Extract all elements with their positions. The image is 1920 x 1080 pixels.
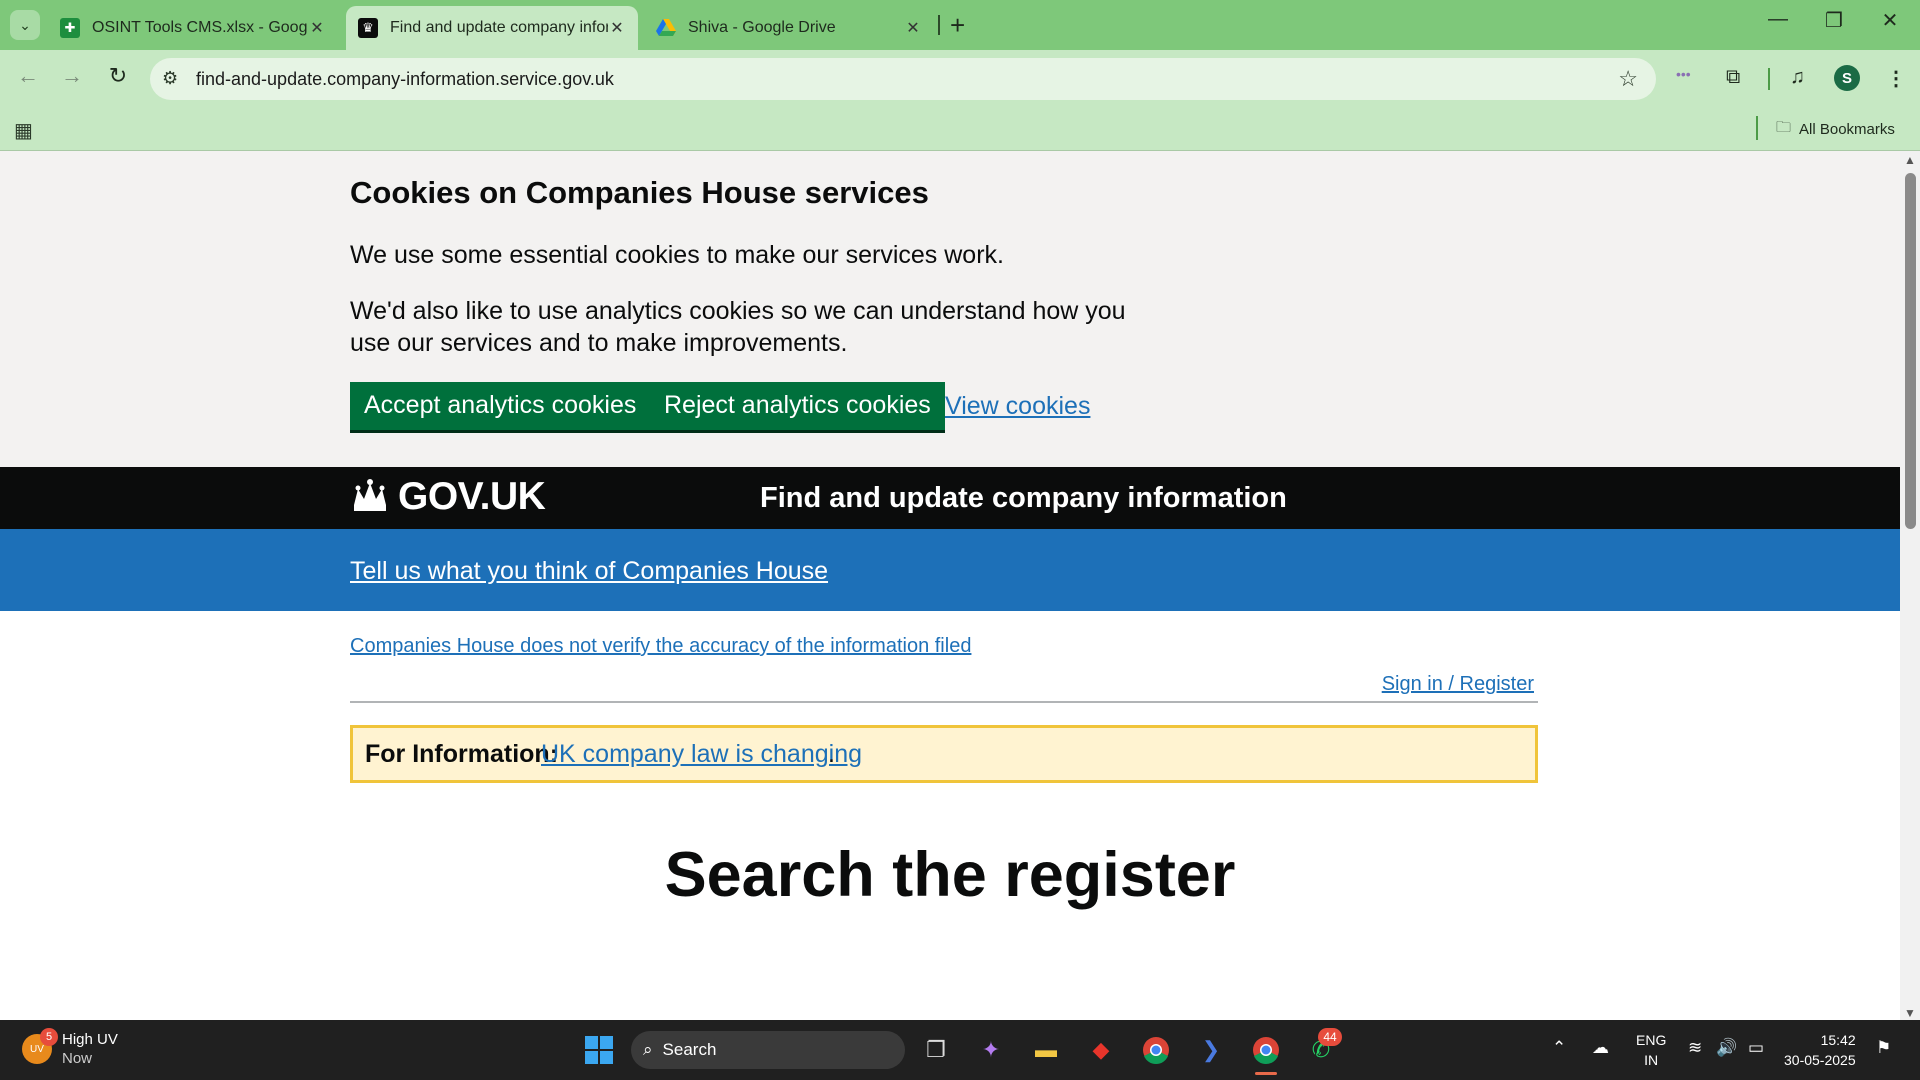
tab-osint-sheet[interactable]: ✚ OSINT Tools CMS.xlsx - Google ✕	[48, 6, 338, 50]
extensions-puzzle-icon[interactable]: ⧉	[1726, 66, 1740, 89]
cookie-banner: Cookies on Companies House services We u…	[0, 151, 1900, 467]
page-scrollbar[interactable]: ▲ ▼	[1900, 151, 1920, 1020]
feedback-link[interactable]: Tell us what you think of Companies Hous…	[350, 557, 828, 586]
whatsapp-badge: 44	[1318, 1028, 1342, 1046]
chrome-icon[interactable]	[1140, 1034, 1172, 1066]
copilot-icon[interactable]: ✦	[975, 1034, 1007, 1066]
close-icon[interactable]: ✕	[904, 18, 922, 38]
tab-separator	[938, 15, 940, 35]
region-code: IN	[1644, 1052, 1659, 1068]
powershell-icon[interactable]: ❯	[1195, 1034, 1227, 1066]
toolbar-divider	[1768, 68, 1770, 90]
folder-icon: 🗀	[1776, 119, 1792, 136]
notifications-icon[interactable]: ⚑	[1876, 1038, 1891, 1058]
disclaimer-link[interactable]: Companies House does not verify the accu…	[350, 635, 971, 658]
battery-icon[interactable]: ▭	[1748, 1038, 1764, 1058]
windows-taskbar: UV 5 High UV Now ⌕ Search ❐ ✦ ▬ ◆ ❯ ✆ 44…	[0, 1020, 1920, 1080]
windows-start-icon[interactable]	[583, 1034, 615, 1066]
page-viewport: Cookies on Companies House services We u…	[0, 151, 1900, 1020]
clock-date: 30-05-2025	[1784, 1052, 1856, 1068]
scroll-down-arrow-icon[interactable]: ▼	[1904, 1006, 1916, 1020]
search-icon: ⌕	[643, 1040, 653, 1059]
tab-search-button[interactable]: ⌄	[10, 10, 40, 40]
cookie-analytics-text: We'd also like to use analytics cookies …	[350, 297, 1126, 357]
tab-strip: ⌄ ✚ OSINT Tools CMS.xlsx - Google ✕ ♛ Fi…	[0, 0, 1920, 50]
search-heading: Search the register	[664, 840, 1236, 910]
browser-toolbar: ← → ↻ ⚙ find-and-update.company-informat…	[0, 50, 1920, 108]
anydesk-icon[interactable]: ◆	[1085, 1034, 1117, 1066]
forward-button[interactable]: →	[56, 63, 88, 89]
profile-avatar[interactable]: S	[1834, 65, 1860, 91]
media-control-icon[interactable]: ♫	[1790, 66, 1805, 89]
chrome-profile-icon[interactable]	[1250, 1034, 1282, 1066]
cookie-essential-text: We use some essential cookies to make ou…	[350, 241, 1004, 269]
apps-grid-icon[interactable]: ▦	[14, 118, 33, 143]
file-explorer-icon[interactable]: ▬	[1030, 1034, 1062, 1066]
bookmarks-bar: ▦ 🗀 All Bookmarks	[0, 108, 1920, 151]
cookie-heading: Cookies on Companies House services	[350, 175, 929, 210]
info-label: For Information:	[365, 740, 559, 768]
task-view-icon[interactable]: ❐	[920, 1034, 952, 1066]
extension-dots-icon[interactable]: •••	[1676, 66, 1691, 82]
view-cookies-link[interactable]: View cookies	[945, 392, 1090, 421]
language-indicator[interactable]: ENG IN	[1636, 1030, 1666, 1070]
info-suffix: .	[828, 740, 835, 768]
back-button[interactable]: ←	[12, 63, 44, 89]
tab-google-drive[interactable]: Shiva - Google Drive ✕	[644, 6, 934, 50]
all-bookmarks-label: All Bookmarks	[1799, 121, 1895, 138]
sign-in-register-link[interactable]: Sign in / Register	[1382, 673, 1534, 696]
menu-kebab-icon[interactable]: ⋮	[1886, 66, 1906, 91]
system-clock[interactable]: 15:42 30-05-2025	[1784, 1030, 1856, 1070]
tab-title: Find and update company infor	[390, 19, 608, 36]
minimize-button[interactable]: —	[1758, 8, 1798, 31]
url-text[interactable]: find-and-update.company-information.serv…	[196, 69, 614, 90]
volume-icon[interactable]: 🔊	[1716, 1038, 1737, 1058]
language-code: ENG	[1636, 1032, 1667, 1048]
uv-sun-icon: UV 5	[22, 1028, 58, 1064]
weather-subtitle: Now	[62, 1050, 93, 1067]
drive-icon	[656, 18, 676, 38]
sheets-icon: ✚	[60, 18, 80, 38]
tab-title: Shiva - Google Drive	[688, 19, 836, 36]
service-name-link[interactable]: Find and update company information	[760, 482, 1287, 515]
company-law-link[interactable]: UK company law is changing	[541, 740, 862, 769]
accept-cookies-button[interactable]: Accept analytics cookies	[350, 382, 651, 430]
scroll-thumb[interactable]	[1905, 173, 1916, 529]
scroll-up-arrow-icon[interactable]: ▲	[1904, 153, 1916, 167]
close-window-button[interactable]: ✕	[1870, 8, 1910, 33]
govuk-header: GOV.UK Find and update company informati…	[0, 467, 1900, 529]
reload-button[interactable]: ↻	[102, 63, 134, 89]
site-info-icon[interactable]: ⚙	[162, 68, 178, 89]
tab-companies-house[interactable]: ♛ Find and update company infor ✕	[346, 6, 638, 50]
weather-badge: 5	[40, 1028, 58, 1046]
section-divider	[350, 701, 1538, 703]
govuk-icon: ♛	[358, 18, 378, 38]
govuk-logo-link[interactable]: GOV.UK	[398, 475, 546, 519]
tab-title: OSINT Tools CMS.xlsx - Google	[92, 19, 308, 36]
bookmarks-divider	[1756, 116, 1758, 140]
feedback-bar: Tell us what you think of Companies Hous…	[0, 529, 1900, 611]
uv-icon-text: UV	[30, 1043, 44, 1055]
all-bookmarks-button[interactable]: 🗀 All Bookmarks	[1776, 117, 1895, 142]
onedrive-icon[interactable]: ☁	[1592, 1038, 1609, 1058]
tray-overflow-chevron-icon[interactable]: ⌃	[1552, 1038, 1566, 1058]
taskbar-search[interactable]: ⌕ Search	[631, 1031, 905, 1069]
weather-widget[interactable]: UV 5 High UV Now	[22, 1028, 118, 1068]
weather-title: High UV	[62, 1031, 118, 1048]
new-tab-button[interactable]: +	[950, 10, 965, 41]
reject-cookies-button[interactable]: Reject analytics cookies	[650, 382, 945, 430]
bookmark-star-icon[interactable]: ☆	[1618, 66, 1638, 92]
information-notice: For Information: UK company law is chang…	[350, 725, 1538, 783]
clock-time: 15:42	[1820, 1032, 1856, 1048]
taskbar-search-label: Search	[662, 1040, 717, 1059]
close-icon[interactable]: ✕	[608, 18, 626, 38]
close-icon[interactable]: ✕	[308, 18, 326, 38]
crown-icon	[354, 479, 386, 511]
address-bar[interactable]: ⚙ find-and-update.company-information.se…	[150, 58, 1656, 100]
restore-button[interactable]: ❐	[1814, 8, 1854, 33]
wifi-icon[interactable]: ≋	[1688, 1038, 1702, 1058]
active-app-indicator	[1255, 1072, 1277, 1075]
